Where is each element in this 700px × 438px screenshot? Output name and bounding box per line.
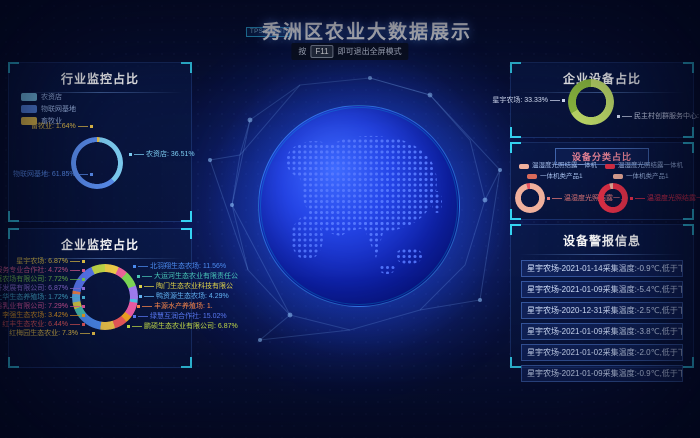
legend-swatch (21, 105, 37, 113)
equipment-donut-chart[interactable] (568, 79, 614, 125)
panel-industry-monitoring: 行业监控占比 农资店 物联网基地 畜牧业 畜牧业: 1.64% 农资店: 36.… (8, 62, 192, 222)
callout: 中裕乳业有限公司: 7.29% (0, 303, 85, 310)
callout: 家庭农场有限公司: 7.72% (0, 276, 85, 283)
hint-prefix: 按 (298, 46, 306, 57)
globe-map (259, 106, 459, 306)
callout-xingyu-farm: 星宇农场: 33.33% (492, 97, 565, 104)
callout: 国开发展有限公司: 6.87% (0, 285, 85, 292)
legend-item[interactable]: 一体机类产品1 (527, 174, 597, 181)
legend-label: 一体机类产品1 (540, 174, 583, 181)
callout: 鹏硕生态农业有限公司: 6.87% (127, 323, 238, 330)
callout: 星宇农场: 6.87% (16, 258, 85, 265)
callout-livestock: 畜牧业: 1.64% (31, 123, 93, 130)
legend-swatch (605, 164, 615, 169)
legend-label: 物联网基地 (41, 106, 76, 113)
callout-iot-base: 物联网基地: 61.85% (13, 171, 93, 178)
panel-enterprise-equipment: 企业设备占比 星宇农场: 33.33% 民主村创群服务中心: (510, 62, 694, 138)
callout: 温湿度光照结露一… (630, 195, 700, 202)
legend-item[interactable]: 物联网基地 (21, 105, 76, 113)
callout: 李强生态农场: 3.42% (2, 312, 85, 319)
panel-title: 设备警报信息 (511, 225, 693, 249)
callout: 上华生态养殖场: 1.72% (0, 294, 85, 301)
hint-suffix: 即可退出全屏模式 (338, 46, 402, 57)
device-right-donut-chart[interactable] (598, 183, 628, 213)
legend-item[interactable]: 温湿度光照结露一体机 (519, 163, 597, 170)
device-left-legend: 温湿度光照结露一体机 一体机类产品1 (519, 163, 597, 180)
page-title: 秀洲区农业大数据展示 (0, 17, 700, 44)
callout-minzhu-center: 民主村创群服务中心: (617, 113, 699, 120)
callout: 丰源水产养殖场: 1. (137, 303, 213, 310)
callout: 大运河生态农业有限责任公 (137, 273, 238, 280)
alarm-row: 星宇农场-2021-01-09采集温度:-5.4℃,低于下限:0℃ (521, 281, 683, 298)
legend-swatch (519, 164, 529, 169)
globe (258, 105, 460, 307)
alarm-row: 星宇农场-2021-01-14采集温度:-0.9℃,低于下限:0℃ (521, 260, 683, 277)
callout-agri-store: 农资店: 36.51% (129, 151, 195, 158)
alarm-row: 星宇农场-2021-01-09采集温度:-3.8℃,低于下限:0℃ (521, 323, 683, 340)
legend-swatch (527, 174, 537, 179)
legend-label: 农资店 (41, 94, 62, 101)
f11-key-badge: F11 (310, 45, 333, 58)
device-left-donut-chart[interactable] (515, 183, 545, 213)
panel-enterprise-monitoring: 企业监控占比 星宇农场: 6.87% 秀洲服务专业合作社: 4.72% 家庭农场… (8, 228, 192, 368)
panel-title: 企业监控占比 (9, 229, 191, 253)
callout: 陶门生态农业科技有限公 (139, 283, 233, 290)
panel-device-classification: 设备分类占比 温湿度光照结露一体机 一体机类产品1 温湿度光照结露一… 温湿度光… (510, 142, 694, 220)
callout: 红梅园生态农业: 7.3% (9, 330, 95, 337)
legend-label: 一体机类产品1 (626, 174, 669, 181)
title-divider (519, 254, 685, 255)
callout: 绿慧互润合作社: 15.02% (133, 313, 227, 320)
industry-legend: 农资店 物联网基地 畜牧业 (21, 93, 76, 125)
legend-label: 温湿度光照结露一体机 (532, 163, 597, 170)
panel-title: 行业监控占比 (9, 63, 191, 87)
callout: 北羽翔生态农场: 11.56% (133, 263, 226, 270)
alarm-list: 星宇农场-2021-01-14采集温度:-0.9℃,低于下限:0℃ 星宇农场-2… (511, 260, 693, 382)
legend-item[interactable]: 农资店 (21, 93, 76, 101)
callout: 鸭资源生态农场: 4.29% (139, 293, 229, 300)
dashboard: TPSCHENT 秀洲区农业大数据展示 按 F11 即可退出全屏模式 行业监控占… (0, 0, 700, 438)
panel-device-alarms: 设备警报信息 星宇农场-2021-01-14采集温度:-0.9℃,低于下限:0℃… (510, 224, 694, 368)
alarm-row: 星宇农场-2021-01-09采集温度:-0.9℃,低于下限:0℃ (521, 365, 683, 382)
industry-donut-chart[interactable] (71, 137, 123, 189)
legend-label: 温湿度光照结露一体机 (618, 163, 683, 170)
callout: 红丰生态农业: 6.44% (2, 321, 85, 328)
callout: 秀洲服务专业合作社: 4.72% (0, 267, 85, 274)
legend-item[interactable]: 一体机类产品1 (613, 174, 683, 181)
fullscreen-hint: 按 F11 即可退出全屏模式 (291, 43, 408, 60)
device-right-legend: 温湿度光照结露一体机 一体机类产品1 (605, 163, 683, 180)
alarm-row: 星宇农场-2020-12-31采集温度:-2.5℃,低于下限:0℃ (521, 302, 683, 319)
legend-swatch (613, 174, 623, 179)
legend-swatch (21, 93, 37, 101)
alarm-row: 星宇农场-2021-01-02采集温度:-2.0℃,低于下限:0℃ (521, 344, 683, 361)
legend-item[interactable]: 温湿度光照结露一体机 (605, 163, 683, 170)
